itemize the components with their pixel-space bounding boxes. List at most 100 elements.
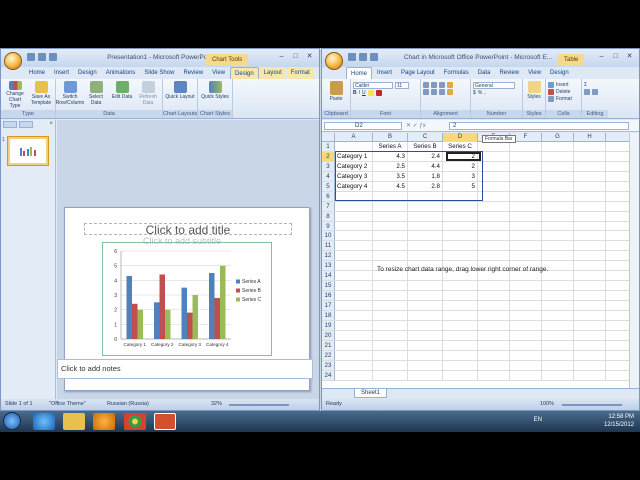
slide-thumbnail[interactable] xyxy=(7,136,49,166)
comma-icon[interactable]: , xyxy=(484,90,485,96)
cell[interactable] xyxy=(443,310,478,320)
align-center-icon[interactable] xyxy=(431,89,437,95)
format-cells-button[interactable]: Format xyxy=(548,96,572,102)
tab-review[interactable]: Review xyxy=(495,67,523,79)
folder-icon[interactable] xyxy=(63,413,85,430)
tab-formulas[interactable]: Formulas xyxy=(440,67,473,79)
cell[interactable] xyxy=(510,211,542,221)
cell[interactable] xyxy=(478,181,510,191)
cell[interactable]: 2.4 xyxy=(408,151,443,161)
tab-layout[interactable]: Layout xyxy=(259,67,286,79)
cell[interactable] xyxy=(478,142,510,151)
sum-icon[interactable]: Σ xyxy=(584,82,587,88)
underline-icon[interactable]: U xyxy=(362,90,366,96)
cell[interactable] xyxy=(542,291,574,300)
cell[interactable] xyxy=(478,191,510,201)
select-all-corner[interactable] xyxy=(322,133,335,142)
column-header-d[interactable]: D xyxy=(443,133,478,142)
cell[interactable] xyxy=(373,360,408,370)
align-left-icon[interactable] xyxy=(423,89,429,95)
cell[interactable] xyxy=(373,310,408,320)
cell[interactable] xyxy=(408,340,443,350)
wrap-text-icon[interactable] xyxy=(447,82,453,88)
cell[interactable] xyxy=(443,281,478,291)
cell[interactable] xyxy=(373,291,408,300)
cell[interactable] xyxy=(542,340,574,350)
cell[interactable] xyxy=(408,330,443,340)
cell[interactable] xyxy=(478,251,510,261)
ie-icon[interactable] xyxy=(33,413,55,430)
cell[interactable]: 3 xyxy=(443,171,478,181)
cell[interactable] xyxy=(574,281,606,291)
align-middle-icon[interactable] xyxy=(431,82,437,88)
save-as-template-button[interactable]: Save As Template xyxy=(29,80,53,109)
maximize-button[interactable]: □ xyxy=(290,52,301,62)
cell[interactable] xyxy=(443,191,478,201)
row-header[interactable]: 5 xyxy=(322,181,335,191)
cell[interactable] xyxy=(574,360,606,370)
cell[interactable] xyxy=(478,350,510,360)
save-icon[interactable] xyxy=(27,53,35,61)
column-header-a[interactable]: A xyxy=(335,133,373,142)
row-header[interactable]: 23 xyxy=(322,360,335,370)
cell[interactable] xyxy=(574,171,606,181)
cell[interactable]: 4.4 xyxy=(408,161,443,171)
cell[interactable] xyxy=(510,350,542,360)
cell[interactable]: 2.5 xyxy=(373,161,408,171)
bold-icon[interactable]: B xyxy=(353,90,357,96)
cell[interactable] xyxy=(574,161,606,171)
find-select-icon[interactable] xyxy=(592,89,598,95)
cell[interactable] xyxy=(542,241,574,251)
cell[interactable] xyxy=(478,310,510,320)
cell[interactable] xyxy=(542,360,574,370)
quick-layout-button[interactable]: Quick Layout xyxy=(165,80,195,109)
cell[interactable] xyxy=(408,191,443,201)
cell[interactable] xyxy=(574,251,606,261)
cell[interactable] xyxy=(373,320,408,330)
cell[interactable] xyxy=(373,241,408,251)
cell[interactable]: 5 xyxy=(443,181,478,191)
tab-data[interactable]: Data xyxy=(474,67,495,79)
cell[interactable] xyxy=(373,221,408,231)
cell[interactable] xyxy=(542,142,574,151)
row-header[interactable]: 10 xyxy=(322,231,335,241)
switch-row-column-button[interactable]: Switch Row/Column xyxy=(56,80,84,109)
cell[interactable] xyxy=(510,191,542,201)
cell[interactable] xyxy=(335,330,373,340)
cell[interactable] xyxy=(373,211,408,221)
zoom-level[interactable]: 100% xyxy=(540,399,554,410)
cell[interactable] xyxy=(478,340,510,350)
cell[interactable] xyxy=(510,370,542,380)
clock[interactable]: 12:58 PM 12/15/2012 xyxy=(604,413,634,429)
cell[interactable] xyxy=(373,201,408,211)
chrome-icon[interactable] xyxy=(124,413,146,430)
undo-icon[interactable] xyxy=(38,53,46,61)
cell[interactable] xyxy=(408,281,443,291)
cell[interactable] xyxy=(574,271,606,281)
cell[interactable] xyxy=(574,191,606,201)
cell[interactable] xyxy=(478,320,510,330)
cell[interactable]: Series B xyxy=(408,142,443,151)
row-header[interactable]: 19 xyxy=(322,320,335,330)
cell[interactable] xyxy=(335,221,373,231)
cell[interactable] xyxy=(574,231,606,241)
styles-button[interactable]: Styles xyxy=(525,80,543,109)
formula-input[interactable]: 2 xyxy=(449,122,629,130)
cell[interactable] xyxy=(335,350,373,360)
cell[interactable]: Category 1 xyxy=(335,151,373,161)
cell[interactable] xyxy=(574,201,606,211)
row-header[interactable]: 17 xyxy=(322,301,335,310)
cell[interactable] xyxy=(335,191,373,201)
minimize-button[interactable]: – xyxy=(276,52,287,62)
cell[interactable] xyxy=(542,191,574,201)
sort-filter-icon[interactable] xyxy=(584,89,590,95)
cell[interactable] xyxy=(408,360,443,370)
cell[interactable] xyxy=(574,151,606,161)
cell[interactable] xyxy=(408,231,443,241)
row-header[interactable]: 22 xyxy=(322,350,335,360)
cell[interactable] xyxy=(542,171,574,181)
font-size-select[interactable]: 11 xyxy=(395,82,409,89)
column-header-g[interactable]: G xyxy=(542,133,574,142)
media-player-icon[interactable] xyxy=(93,413,115,430)
cell[interactable] xyxy=(478,151,510,161)
